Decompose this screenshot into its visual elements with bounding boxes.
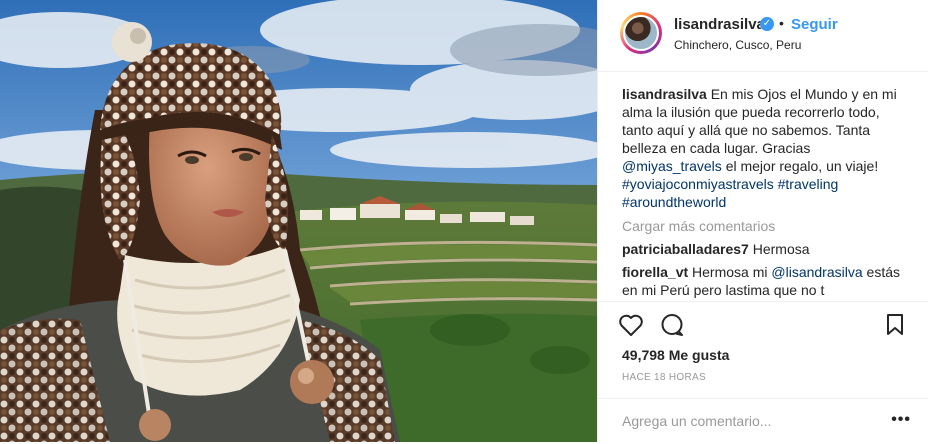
comment-username[interactable]: fiorella_vt [622, 264, 688, 280]
photo-image [0, 0, 597, 442]
post-photo[interactable] [0, 0, 597, 442]
comment-mention[interactable]: @lisandrasilva [771, 264, 862, 280]
follow-button[interactable]: Seguir [791, 16, 838, 33]
caption-username[interactable]: lisandrasilva [622, 86, 707, 102]
comment-bubble-icon[interactable] [659, 313, 685, 342]
hashtag-link[interactable]: #traveling [778, 176, 839, 192]
action-bar: 49,798 Me gusta HACE 18 HORAS ••• [598, 301, 928, 433]
heart-icon[interactable] [618, 313, 644, 342]
bookmark-icon[interactable] [884, 313, 906, 342]
caption-text-2: el mejor regalo, un viaje! [725, 158, 879, 174]
add-comment-section: ••• [598, 398, 928, 444]
avatar[interactable] [620, 12, 662, 54]
comment-username[interactable]: patriciaballadares7 [622, 241, 749, 257]
caption-mention[interactable]: @miyas_travels [622, 158, 722, 174]
verified-badge-icon: ✓ [760, 17, 774, 31]
hashtag-link[interactable]: #aroundtheworld [622, 194, 726, 210]
location-link[interactable]: Chinchero, Cusco, Peru [674, 38, 801, 52]
more-options-icon[interactable]: ••• [891, 411, 911, 429]
comments-list[interactable]: lisandrasilva En mis Ojos el Mundo y en … [622, 85, 912, 300]
post-header: lisandrasilva ✓ • Seguir Chinchero, Cusc… [598, 0, 928, 72]
comment-text: Hermosa mi [692, 264, 768, 280]
post-timestamp[interactable]: HACE 18 HORAS [622, 372, 706, 383]
comment-text: Hermosa [752, 241, 810, 257]
post-side-panel: lisandrasilva ✓ • Seguir Chinchero, Cusc… [597, 0, 928, 442]
instagram-post: lisandrasilva ✓ • Seguir Chinchero, Cusc… [0, 0, 928, 442]
avatar-image [623, 15, 659, 51]
likes-count[interactable]: 49,798 Me gusta [622, 347, 729, 363]
comment-input[interactable] [620, 409, 874, 433]
comment-item: fiorella_vt Hermosa mi @lisandrasilva es… [622, 263, 912, 299]
load-more-comments-button[interactable]: Cargar más comentarios [622, 217, 912, 235]
caption: lisandrasilva En mis Ojos el Mundo y en … [622, 85, 912, 211]
username-link[interactable]: lisandrasilva [674, 16, 765, 33]
separator-dot: • [779, 15, 784, 31]
comment-item: patriciaballadares7 Hermosa [622, 240, 912, 258]
hashtag-link[interactable]: #yoviajoconmiyastravels [622, 176, 774, 192]
